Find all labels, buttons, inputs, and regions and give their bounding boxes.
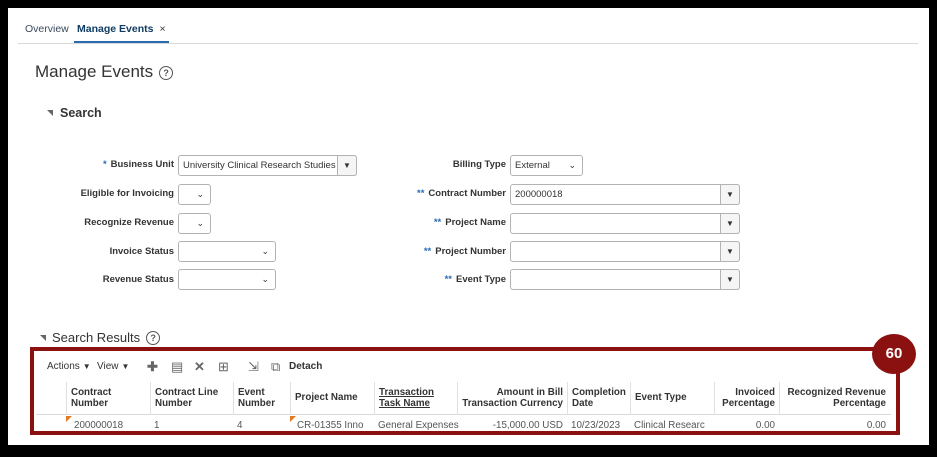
recognize-revenue-label: Recognize Revenue [84,217,174,228]
revenue-status-label: Revenue Status [102,274,174,285]
contract-number-label-text: Contract Number [428,188,506,199]
event-type-field[interactable]: ▼ [510,269,740,290]
view-menu[interactable]: View ▼ [97,361,129,372]
required-marker: ** [433,217,442,228]
event-type-label-text: Event Type [456,274,506,285]
close-icon[interactable]: × [159,23,165,35]
search-section-header[interactable]: Search [47,106,102,120]
detach-icon[interactable]: ⧉ [271,359,280,375]
invoice-status-select[interactable]: ⌄ [178,241,276,262]
business-unit-field[interactable]: University Clinical Research Studies ▼ [178,155,357,176]
column-header[interactable]: Project Name [290,382,374,415]
page-title-text: Manage Events [35,62,154,81]
contract-number-dropdown-button[interactable]: ▼ [720,184,740,205]
column-header[interactable]: Recognized Revenue Percentage [779,382,890,415]
step-badge: 60 [872,334,916,374]
help-icon[interactable]: ? [159,66,174,80]
billing-type-label: Billing Type [452,159,506,170]
column-header[interactable]: Invoiced Percentage [714,382,779,415]
project-number-dropdown-button[interactable]: ▼ [720,241,740,262]
actions-menu-label: Actions [47,361,80,372]
business-unit-label-text: Business Unit [110,159,174,170]
chevron-down-icon: ▼ [121,362,130,371]
collapse-triangle-icon[interactable] [47,110,53,116]
table-cell: -15,000.00 USD [492,420,563,431]
billing-type-select[interactable]: External ⌄ [510,155,583,176]
event-type-dropdown-button[interactable]: ▼ [720,269,740,290]
project-name-dropdown-button[interactable]: ▼ [720,213,740,234]
detach-button[interactable]: Detach [289,361,322,372]
recognize-revenue-select[interactable]: ⌄ [178,213,211,234]
freeze-icon[interactable]: ⊞ [218,359,229,375]
eligible-for-invoicing-select[interactable]: ⌄ [178,184,211,205]
chevron-down-icon: ⌄ [196,189,204,199]
project-name-label-text: Project Name [445,217,506,228]
collapse-triangle-icon[interactable] [40,335,46,341]
help-icon[interactable]: ? [146,331,161,345]
contract-number-value: 200000018 [515,189,563,200]
business-unit-value: University Clinical Research Studies [183,160,336,171]
chevron-down-icon: ⌄ [568,160,576,170]
actions-menu[interactable]: Actions ▼ [47,361,91,372]
column-header[interactable]: Transaction Task Name [374,382,457,415]
row-flag-icon [290,416,296,422]
project-name-label: ** Project Name [380,217,506,228]
view-menu-label: View [97,361,119,372]
column-header-label: Transaction Task Name [379,387,434,409]
column-header[interactable]: Event Number [233,382,290,415]
page-title: Manage Events? [35,62,174,82]
chevron-down-icon: ⌄ [196,218,204,228]
table-cell: 1 [154,420,160,431]
invoice-status-label: Invoice Status [109,246,174,257]
required-marker: * [102,159,107,170]
table-cell[interactable]: 4 [237,420,242,431]
column-header[interactable]: Event Type [630,382,714,415]
required-marker: ** [444,274,453,285]
table-cell: 200000018 [74,420,124,431]
chevron-down-icon: ⌄ [261,274,269,284]
delete-icon[interactable]: ✕ [194,359,205,375]
project-number-field[interactable]: ▼ [510,241,740,262]
revenue-status-select[interactable]: ⌄ [178,269,276,290]
edit-icon[interactable]: ▤ [171,359,183,375]
business-unit-label: * Business Unit [60,159,174,170]
column-header[interactable]: Contract Number [66,382,150,415]
column-header[interactable]: Completion Date [567,382,630,415]
table-cell: General Expenses [378,420,459,431]
row-flag-icon [66,416,72,422]
add-icon[interactable]: ✚ [147,359,158,375]
event-type-label: ** Event Type [380,274,506,285]
table-row[interactable]: 200000018 1 4 CR-01355 Inno General Expe… [36,416,891,431]
business-unit-dropdown-button[interactable]: ▼ [337,155,357,176]
table-cell: 0.00 [866,420,886,431]
search-section-label: Search [60,106,102,120]
required-marker: ** [417,188,425,199]
tab-overview[interactable]: Overview [25,23,69,35]
chevron-down-icon: ▼ [82,362,91,371]
column-header[interactable]: Amount in Bill Transaction Currency [457,382,567,415]
contract-number-field[interactable]: 200000018 ▼ [510,184,740,205]
table-cell: Clinical Researc [634,420,705,431]
tab-manage-events-label: Manage Events [77,23,154,35]
search-results-header[interactable]: Search Results? [40,330,161,345]
required-marker: ** [423,246,432,257]
table-cell: CR-01355 Inno [297,420,364,431]
contract-number-label: ** Contract Number [380,188,506,199]
tab-manage-events[interactable]: Manage Events × [74,23,169,43]
active-tab-indicator [74,41,169,43]
chevron-down-icon: ⌄ [261,246,269,256]
tab-bar: Overview Manage Events × [18,14,918,44]
table-cell: 10/23/2023 [571,420,621,431]
table-cell: 0.00 [755,420,775,431]
eligible-for-invoicing-label: Eligible for Invoicing [80,188,174,199]
project-name-field[interactable]: ▼ [510,213,740,234]
search-results-label: Search Results [52,330,141,345]
project-number-label-text: Project Number [435,246,506,257]
project-number-label: ** Project Number [380,246,506,257]
billing-type-value: External [515,160,550,171]
export-icon[interactable]: ⇲ [248,359,259,375]
results-table-header: Contract Number Contract Line Number Eve… [36,382,891,415]
column-header[interactable]: Contract Line Number [150,382,233,415]
